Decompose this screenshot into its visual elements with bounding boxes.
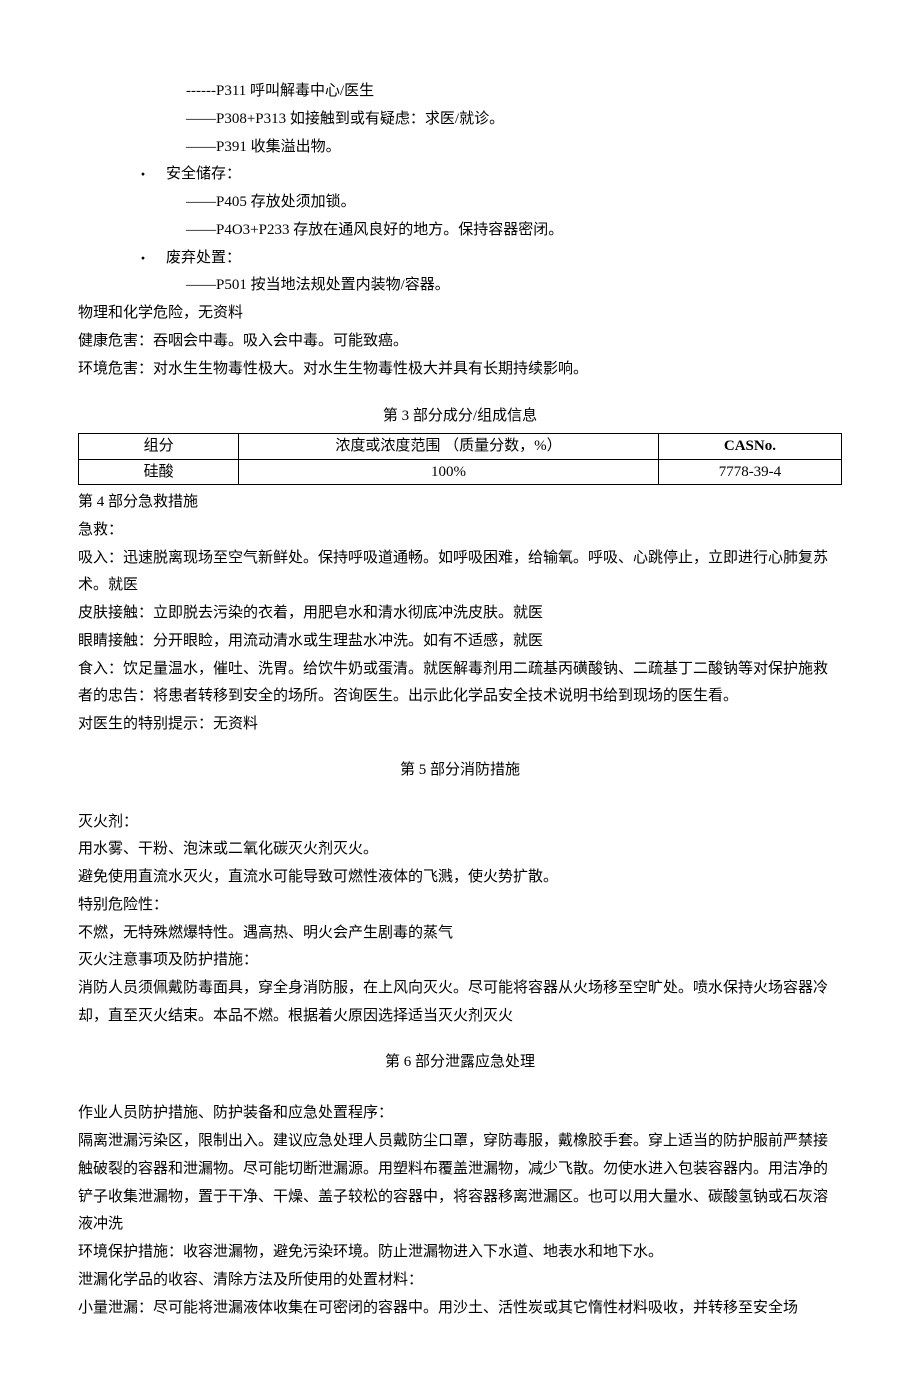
personnel-protection-label: 作业人员防护措施、防护装备和应急处置程序： (78, 1100, 842, 1128)
special-hazard-label: 特别危险性： (78, 892, 842, 920)
bullet-label: 废弃处置： (166, 250, 241, 266)
doctor-note: 对医生的特别提示：无资料 (78, 711, 842, 739)
extinguishing-media: 用水雾、干粉、泡沫或二氧化碳灭火剂灭火。 (78, 836, 842, 864)
composition-table: 组分 浓度或浓度范围 （质量分数，%） CASNo. 硅酸 100% 7778-… (78, 433, 842, 485)
precaution-line: ——P501 按当地法规处置内装物/容器。 (78, 272, 842, 300)
ingestion: 食入：饮足量温水，催吐、洗胃。给饮牛奶或蛋清。就医解毒剂用二疏基丙磺酸钠、二疏基… (78, 656, 842, 712)
personnel-protection: 隔离泄漏污染区，限制出入。建议应急处理人员戴防尘口罩，穿防毒服，戴橡胶手套。穿上… (78, 1128, 842, 1239)
th-component: 组分 (79, 434, 239, 460)
td-casno: 7778-39-4 (658, 459, 841, 485)
precaution-line: ——P4O3+P233 存放在通风良好的地方。保持容器密闭。 (78, 217, 842, 245)
bullet-storage: 安全储存： (78, 161, 842, 189)
table-row: 组分 浓度或浓度范围 （质量分数，%） CASNo. (79, 434, 842, 460)
precaution-line: ——P391 收集溢出物。 (78, 134, 842, 162)
precaution-line: ——P308+P313 如接触到或有疑虑：求医/就诊。 (78, 106, 842, 134)
extinguishing-label: 灭火剂： (78, 809, 842, 837)
cleanup-label: 泄漏化学品的收容、清除方法及所使用的处置材料： (78, 1267, 842, 1295)
precaution-line: ------P311 呼叫解毒中心/医生 (78, 78, 842, 106)
section5-title: 第 5 部分消防措施 (78, 757, 842, 785)
eye-contact: 眼睛接触：分开眼睑，用流动清水或生理盐水冲洗。如有不适感，就医 (78, 628, 842, 656)
precaution-line: ——P405 存放处须加锁。 (78, 189, 842, 217)
physical-hazard: 物理和化学危险，无资料 (78, 300, 842, 328)
first-aid-label: 急救： (78, 517, 842, 545)
firefight-measures: 消防人员须佩戴防毒面具，穿全身消防服，在上风向灭火。尽可能将容器从火场移至空旷处… (78, 975, 842, 1031)
section6-title: 第 6 部分泄露应急处理 (78, 1049, 842, 1077)
health-hazard: 健康危害：吞咽会中毒。吸入会中毒。可能致癌。 (78, 328, 842, 356)
section4-title: 第 4 部分急救措施 (78, 489, 842, 517)
td-concentration: 100% (239, 459, 659, 485)
small-spill: 小量泄漏：尽可能将泄漏液体收集在可密闭的容器中。用沙土、活性炭或其它惰性材料吸收… (78, 1295, 842, 1323)
env-protection: 环境保护措施：收容泄漏物，避免污染环境。防止泄漏物进入下水道、地表水和地下水。 (78, 1239, 842, 1267)
section3-title: 第 3 部分成分/组成信息 (78, 403, 842, 431)
bullet-disposal: 废弃处置： (78, 245, 842, 273)
special-hazard: 不燃，无特殊燃爆特性。遇高热、明火会产生剧毒的蒸气 (78, 920, 842, 948)
th-concentration: 浓度或浓度范围 （质量分数，%） (239, 434, 659, 460)
firefight-label: 灭火注意事项及防护措施： (78, 947, 842, 975)
env-hazard: 环境危害：对水生生物毒性极大。对水生生物毒性极大并具有长期持续影响。 (78, 356, 842, 384)
th-casno: CASNo. (658, 434, 841, 460)
td-component: 硅酸 (79, 459, 239, 485)
extinguishing-avoid: 避免使用直流水灭火，直流水可能导致可燃性液体的飞溅，使火势扩散。 (78, 864, 842, 892)
skin-contact: 皮肤接触：立即脱去污染的衣着，用肥皂水和清水彻底冲洗皮肤。就医 (78, 600, 842, 628)
bullet-label: 安全储存： (166, 166, 241, 182)
inhalation: 吸入：迅速脱离现场至空气新鲜处。保持呼吸道通畅。如呼吸困难，给输氧。呼吸、心跳停… (78, 545, 842, 601)
table-row: 硅酸 100% 7778-39-4 (79, 459, 842, 485)
